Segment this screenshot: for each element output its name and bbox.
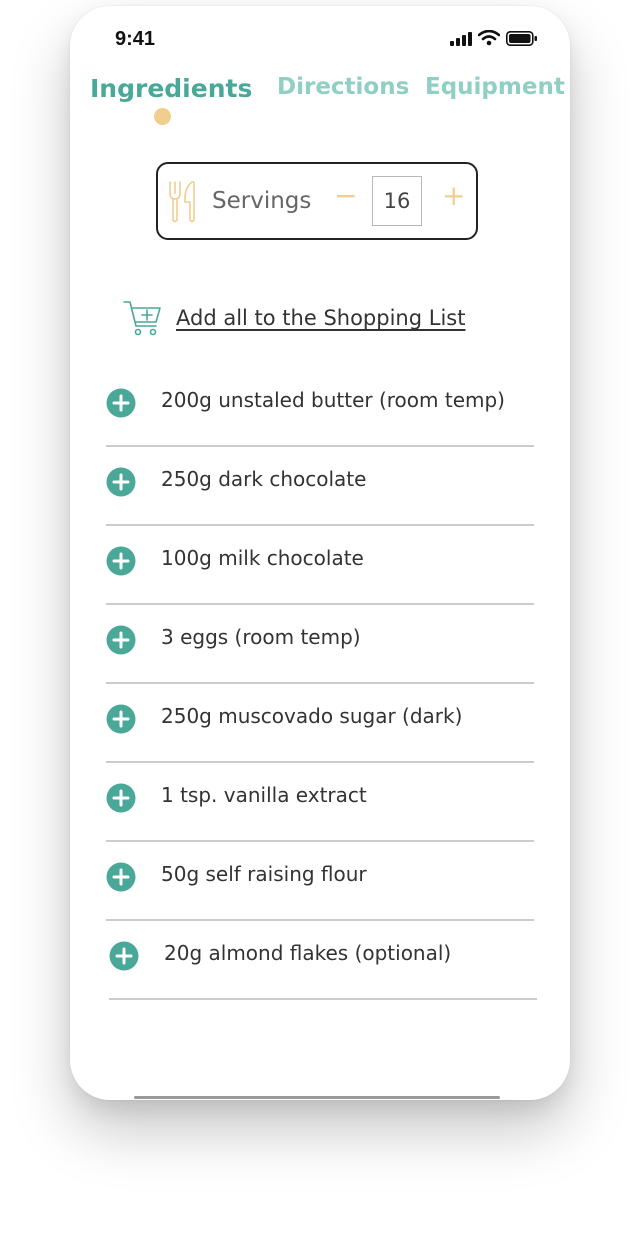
add-ingredient-icon[interactable] xyxy=(106,704,136,738)
ingredient-row: 250g muscovado sugar (dark) xyxy=(106,684,534,763)
add-ingredient-icon[interactable] xyxy=(109,941,139,975)
wifi-icon xyxy=(477,29,501,50)
add-ingredient-icon[interactable] xyxy=(106,783,136,817)
ingredient-text: 250g dark chocolate xyxy=(161,467,367,491)
phone-screen: 9:41 Ingredients Directions Equipment Se… xyxy=(70,6,570,1100)
add-ingredient-icon[interactable] xyxy=(106,546,136,580)
ingredient-text: 200g unstaled butter (room temp) xyxy=(161,388,505,412)
battery-icon xyxy=(506,30,538,50)
ingredient-text: 1 tsp. vanilla extract xyxy=(161,783,367,807)
ingredient-row: 3 eggs (room temp) xyxy=(106,605,534,684)
shopping-list-link[interactable]: Add all to the Shopping List xyxy=(176,306,465,330)
ingredient-text: 3 eggs (room temp) xyxy=(161,625,361,649)
ingredient-row: 100g milk chocolate xyxy=(106,526,534,605)
utensils-icon xyxy=(168,180,196,228)
ingredient-row: 50g self raising flour xyxy=(106,842,534,921)
signal-icon xyxy=(450,31,472,50)
add-ingredient-icon[interactable] xyxy=(106,625,136,659)
tab-directions[interactable]: Directions xyxy=(277,74,409,100)
ingredient-text: 100g milk chocolate xyxy=(161,546,364,570)
servings-control: Servings − 16 + xyxy=(156,162,478,240)
servings-value-field[interactable]: 16 xyxy=(372,176,422,226)
ingredient-text: 20g almond flakes (optional) xyxy=(164,941,452,965)
increase-servings-button[interactable]: + xyxy=(442,182,465,210)
add-all-to-shopping-list[interactable]: Add all to the Shopping List xyxy=(122,296,522,340)
add-ingredient-icon[interactable] xyxy=(106,862,136,896)
ingredient-row: 20g almond flakes (optional) xyxy=(109,921,537,1000)
add-ingredient-icon[interactable] xyxy=(106,388,136,422)
ingredient-row: 200g unstaled butter (room temp) xyxy=(106,368,534,447)
cart-add-icon xyxy=(122,296,164,342)
ingredient-row: 1 tsp. vanilla extract xyxy=(106,763,534,842)
home-indicator[interactable] xyxy=(134,1096,500,1099)
ingredient-text: 50g self raising flour xyxy=(161,862,367,886)
ingredient-row: 250g dark chocolate xyxy=(106,447,534,526)
recipe-tabs: Ingredients Directions Equipment xyxy=(70,70,570,130)
status-icons xyxy=(450,29,538,50)
status-bar: 9:41 xyxy=(70,6,570,66)
tab-ingredients[interactable]: Ingredients xyxy=(90,74,252,103)
ingredient-text: 250g muscovado sugar (dark) xyxy=(161,704,463,728)
active-tab-indicator xyxy=(154,108,171,125)
status-time: 9:41 xyxy=(115,28,156,50)
tab-equipment[interactable]: Equipment xyxy=(425,74,565,100)
add-ingredient-icon[interactable] xyxy=(106,467,136,501)
decrease-servings-button[interactable]: − xyxy=(334,182,357,210)
servings-label: Servings xyxy=(212,188,312,214)
